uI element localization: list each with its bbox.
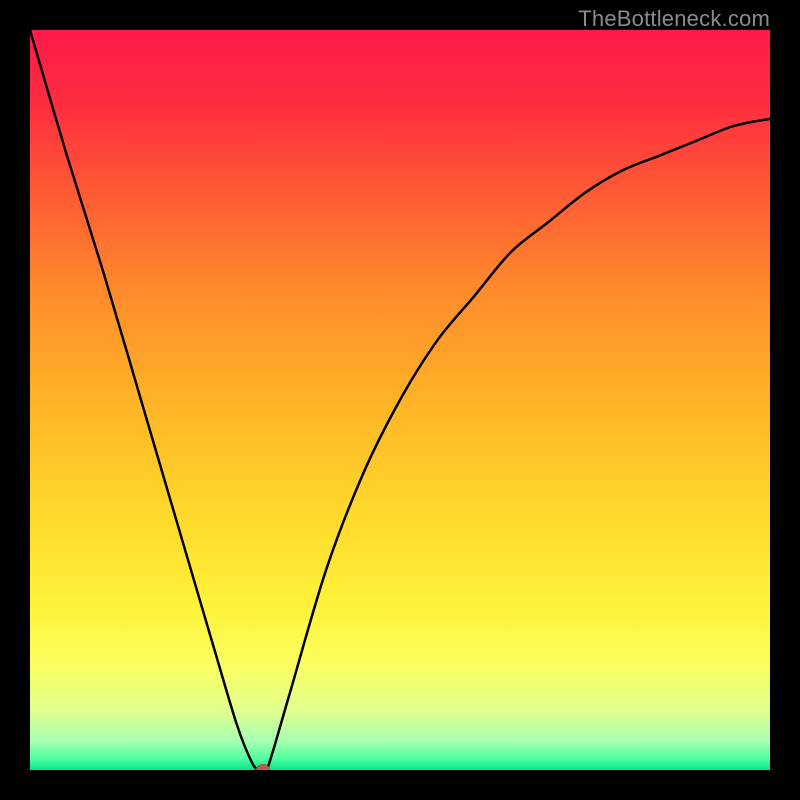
plot-area: [30, 30, 770, 770]
attribution-text: TheBottleneck.com: [578, 6, 770, 32]
bottleneck-curve: [30, 30, 770, 770]
chart-frame: TheBottleneck.com: [0, 0, 800, 800]
optimal-marker: [256, 764, 270, 770]
